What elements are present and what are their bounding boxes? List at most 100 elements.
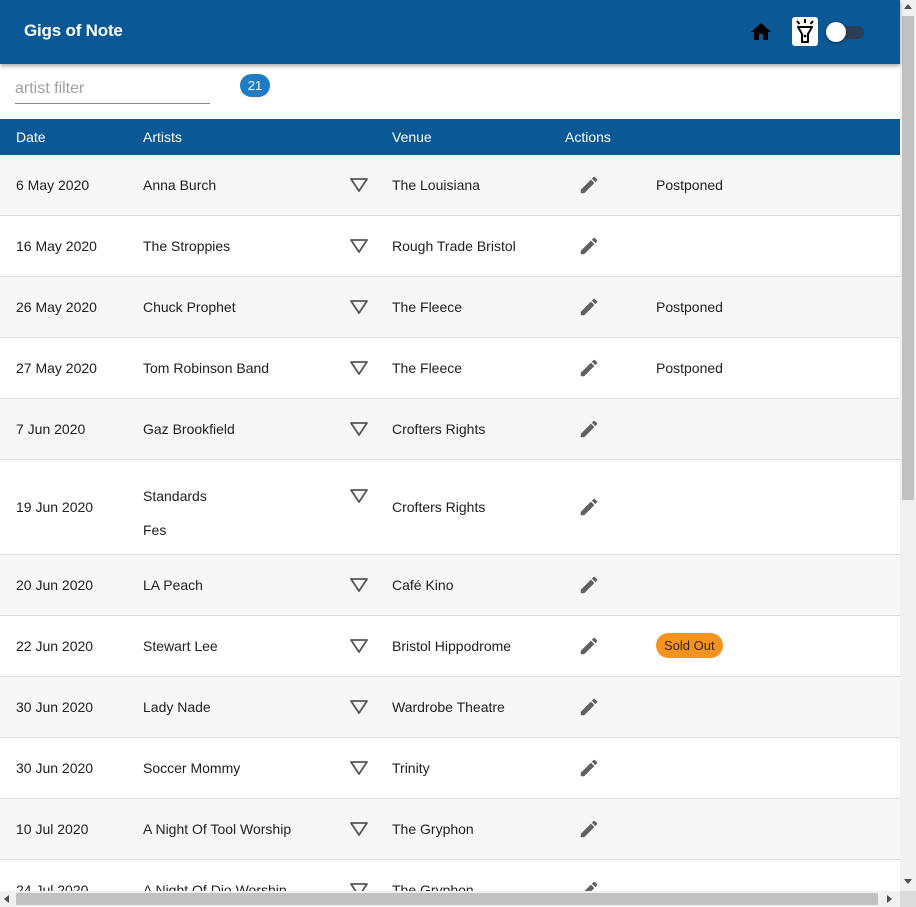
horizontal-scroll-thumb[interactable] — [16, 893, 878, 905]
gig-date: 24 Jul 2020 — [16, 882, 89, 891]
filter-artist-icon[interactable] — [349, 177, 369, 193]
filter-artist-icon[interactable] — [349, 882, 369, 891]
artist-name[interactable]: Soccer Mommy — [143, 760, 240, 776]
artist-filter-input[interactable] — [15, 74, 210, 104]
gig-date: 27 May 2020 — [16, 360, 97, 376]
table-row: 26 May 2020 Chuck Prophet The Fleece Postpo… — [0, 277, 900, 338]
filter-artist-icon[interactable] — [349, 421, 369, 437]
edit-pencil-icon[interactable] — [578, 418, 600, 440]
filter-artist-icon[interactable] — [349, 238, 369, 254]
artist-name[interactable]: Lady Nade — [143, 699, 211, 715]
edit-pencil-icon[interactable] — [578, 574, 600, 596]
dark-mode-toggle[interactable] — [826, 22, 864, 42]
gig-date: 10 Jul 2020 — [16, 821, 89, 837]
gig-artists: Soccer Mommy — [143, 760, 240, 776]
table-header: Date Artists Venue Actions — [0, 119, 900, 155]
artist-name[interactable]: Chuck Prophet — [143, 299, 236, 315]
gig-date: 22 Jun 2020 — [16, 638, 94, 654]
horizontal-scrollbar[interactable] — [0, 891, 900, 907]
home-icon[interactable] — [749, 20, 773, 44]
gig-venue: The Louisiana — [392, 177, 480, 193]
edit-pencil-icon[interactable] — [578, 357, 600, 379]
scrollbar-corner — [900, 891, 916, 907]
gig-artists: Anna Burch — [143, 177, 216, 193]
vertical-scroll-thumb[interactable] — [902, 16, 914, 500]
edit-pencil-icon[interactable] — [578, 818, 600, 840]
gig-venue: Wardrobe Theatre — [392, 699, 505, 715]
status-text: Postponed — [656, 299, 723, 315]
gig-venue: Rough Trade Bristol — [392, 238, 516, 254]
gig-date: 20 Jun 2020 — [16, 577, 94, 593]
edit-pencil-icon[interactable] — [578, 296, 600, 318]
gig-venue: Crofters Rights — [392, 421, 486, 437]
vertical-scrollbar[interactable] — [900, 0, 916, 891]
filter-artist-icon[interactable] — [349, 638, 369, 654]
gig-artists: Gaz Brookfield — [143, 421, 235, 437]
gig-artists: Stewart Lee — [143, 638, 218, 654]
artist-name[interactable]: Standards — [143, 479, 207, 513]
edit-pencil-icon[interactable] — [578, 496, 600, 518]
sold-out-badge: Sold Out — [656, 633, 723, 658]
gig-date: 7 Jun 2020 — [16, 421, 86, 437]
table-row: 20 Jun 2020 LA Peach Café Kino — [0, 555, 900, 616]
gig-venue: The Gryphon — [392, 882, 474, 891]
gig-date: 6 May 2020 — [16, 177, 90, 193]
edit-pencil-icon[interactable] — [578, 235, 600, 257]
filter-artist-icon[interactable] — [349, 821, 369, 837]
gig-artists: A Night Of Dio Worship — [143, 882, 287, 891]
gig-artists: Chuck Prophet — [143, 299, 236, 315]
scroll-down-arrow-icon[interactable] — [904, 879, 912, 884]
column-header-date[interactable]: Date — [16, 129, 46, 145]
gig-date: 30 Jun 2020 — [16, 760, 94, 776]
artist-name[interactable]: Fes — [143, 513, 207, 547]
app-title: Gigs of Note — [24, 21, 123, 40]
gig-artists: Lady Nade — [143, 699, 211, 715]
filter-artist-icon[interactable] — [349, 299, 369, 315]
artist-name[interactable]: Tom Robinson Band — [143, 360, 269, 376]
filter-artist-icon[interactable] — [349, 699, 369, 715]
scroll-left-arrow-icon[interactable] — [4, 895, 9, 903]
gig-venue: Café Kino — [392, 577, 454, 593]
edit-pencil-icon[interactable] — [578, 757, 600, 779]
toggle-knob — [826, 22, 846, 42]
table-row: 30 Jun 2020 Lady Nade Wardrobe Theatre — [0, 677, 900, 738]
gig-date: 26 May 2020 — [16, 299, 97, 315]
filter-artist-icon[interactable] — [349, 488, 369, 504]
filter-artist-icon[interactable] — [349, 360, 369, 376]
gig-artists: A Night Of Tool Worship — [143, 821, 291, 837]
artist-name[interactable]: A Night Of Tool Worship — [143, 821, 291, 837]
edit-pencil-icon[interactable] — [578, 635, 600, 657]
column-header-venue[interactable]: Venue — [392, 129, 432, 145]
filter-artist-icon[interactable] — [349, 577, 369, 593]
gig-venue: Bristol Hippodrome — [392, 638, 512, 654]
table-row: 6 May 2020 Anna Burch The Louisiana Postpon… — [0, 155, 900, 216]
artist-name[interactable]: Gaz Brookfield — [143, 421, 235, 437]
table-row: 30 Jun 2020 Soccer Mommy Trinity — [0, 738, 900, 799]
artist-name[interactable]: The Stroppies — [143, 238, 230, 254]
app-toolbar: Gigs of Note — [0, 0, 900, 64]
table-row: 16 May 2020 The Stroppies Rough Trade Bris… — [0, 216, 900, 277]
artist-name[interactable]: A Night Of Dio Worship — [143, 882, 287, 891]
edit-pencil-icon[interactable] — [578, 174, 600, 196]
artist-name[interactable]: Stewart Lee — [143, 638, 218, 654]
gig-venue: Trinity — [392, 760, 430, 776]
artist-name[interactable]: Anna Burch — [143, 177, 216, 193]
gig-venue: Crofters Rights — [392, 499, 486, 515]
status-text: Postponed — [656, 177, 723, 193]
gig-date: 30 Jun 2020 — [16, 699, 94, 715]
gig-venue: The Fleece — [392, 360, 463, 376]
table-row: 22 Jun 2020 Stewart Lee Bristol Hippodrome… — [0, 616, 900, 677]
gig-artists: Standards Fes — [143, 479, 207, 547]
filter-artist-icon[interactable] — [349, 760, 369, 776]
column-header-artists[interactable]: Artists — [143, 129, 182, 145]
table-row: 24 Jul 2020 A Night Of Dio Worship The Gry… — [0, 860, 900, 891]
scroll-up-arrow-icon[interactable] — [904, 4, 912, 9]
flashlight-icon[interactable] — [792, 17, 818, 46]
gig-date: 19 Jun 2020 — [16, 499, 94, 515]
edit-pencil-icon[interactable] — [578, 879, 600, 891]
scroll-right-arrow-icon[interactable] — [887, 895, 892, 903]
gig-venue: The Fleece — [392, 299, 463, 315]
gig-artists: LA Peach — [143, 577, 203, 593]
edit-pencil-icon[interactable] — [578, 696, 600, 718]
artist-name[interactable]: LA Peach — [143, 577, 203, 593]
